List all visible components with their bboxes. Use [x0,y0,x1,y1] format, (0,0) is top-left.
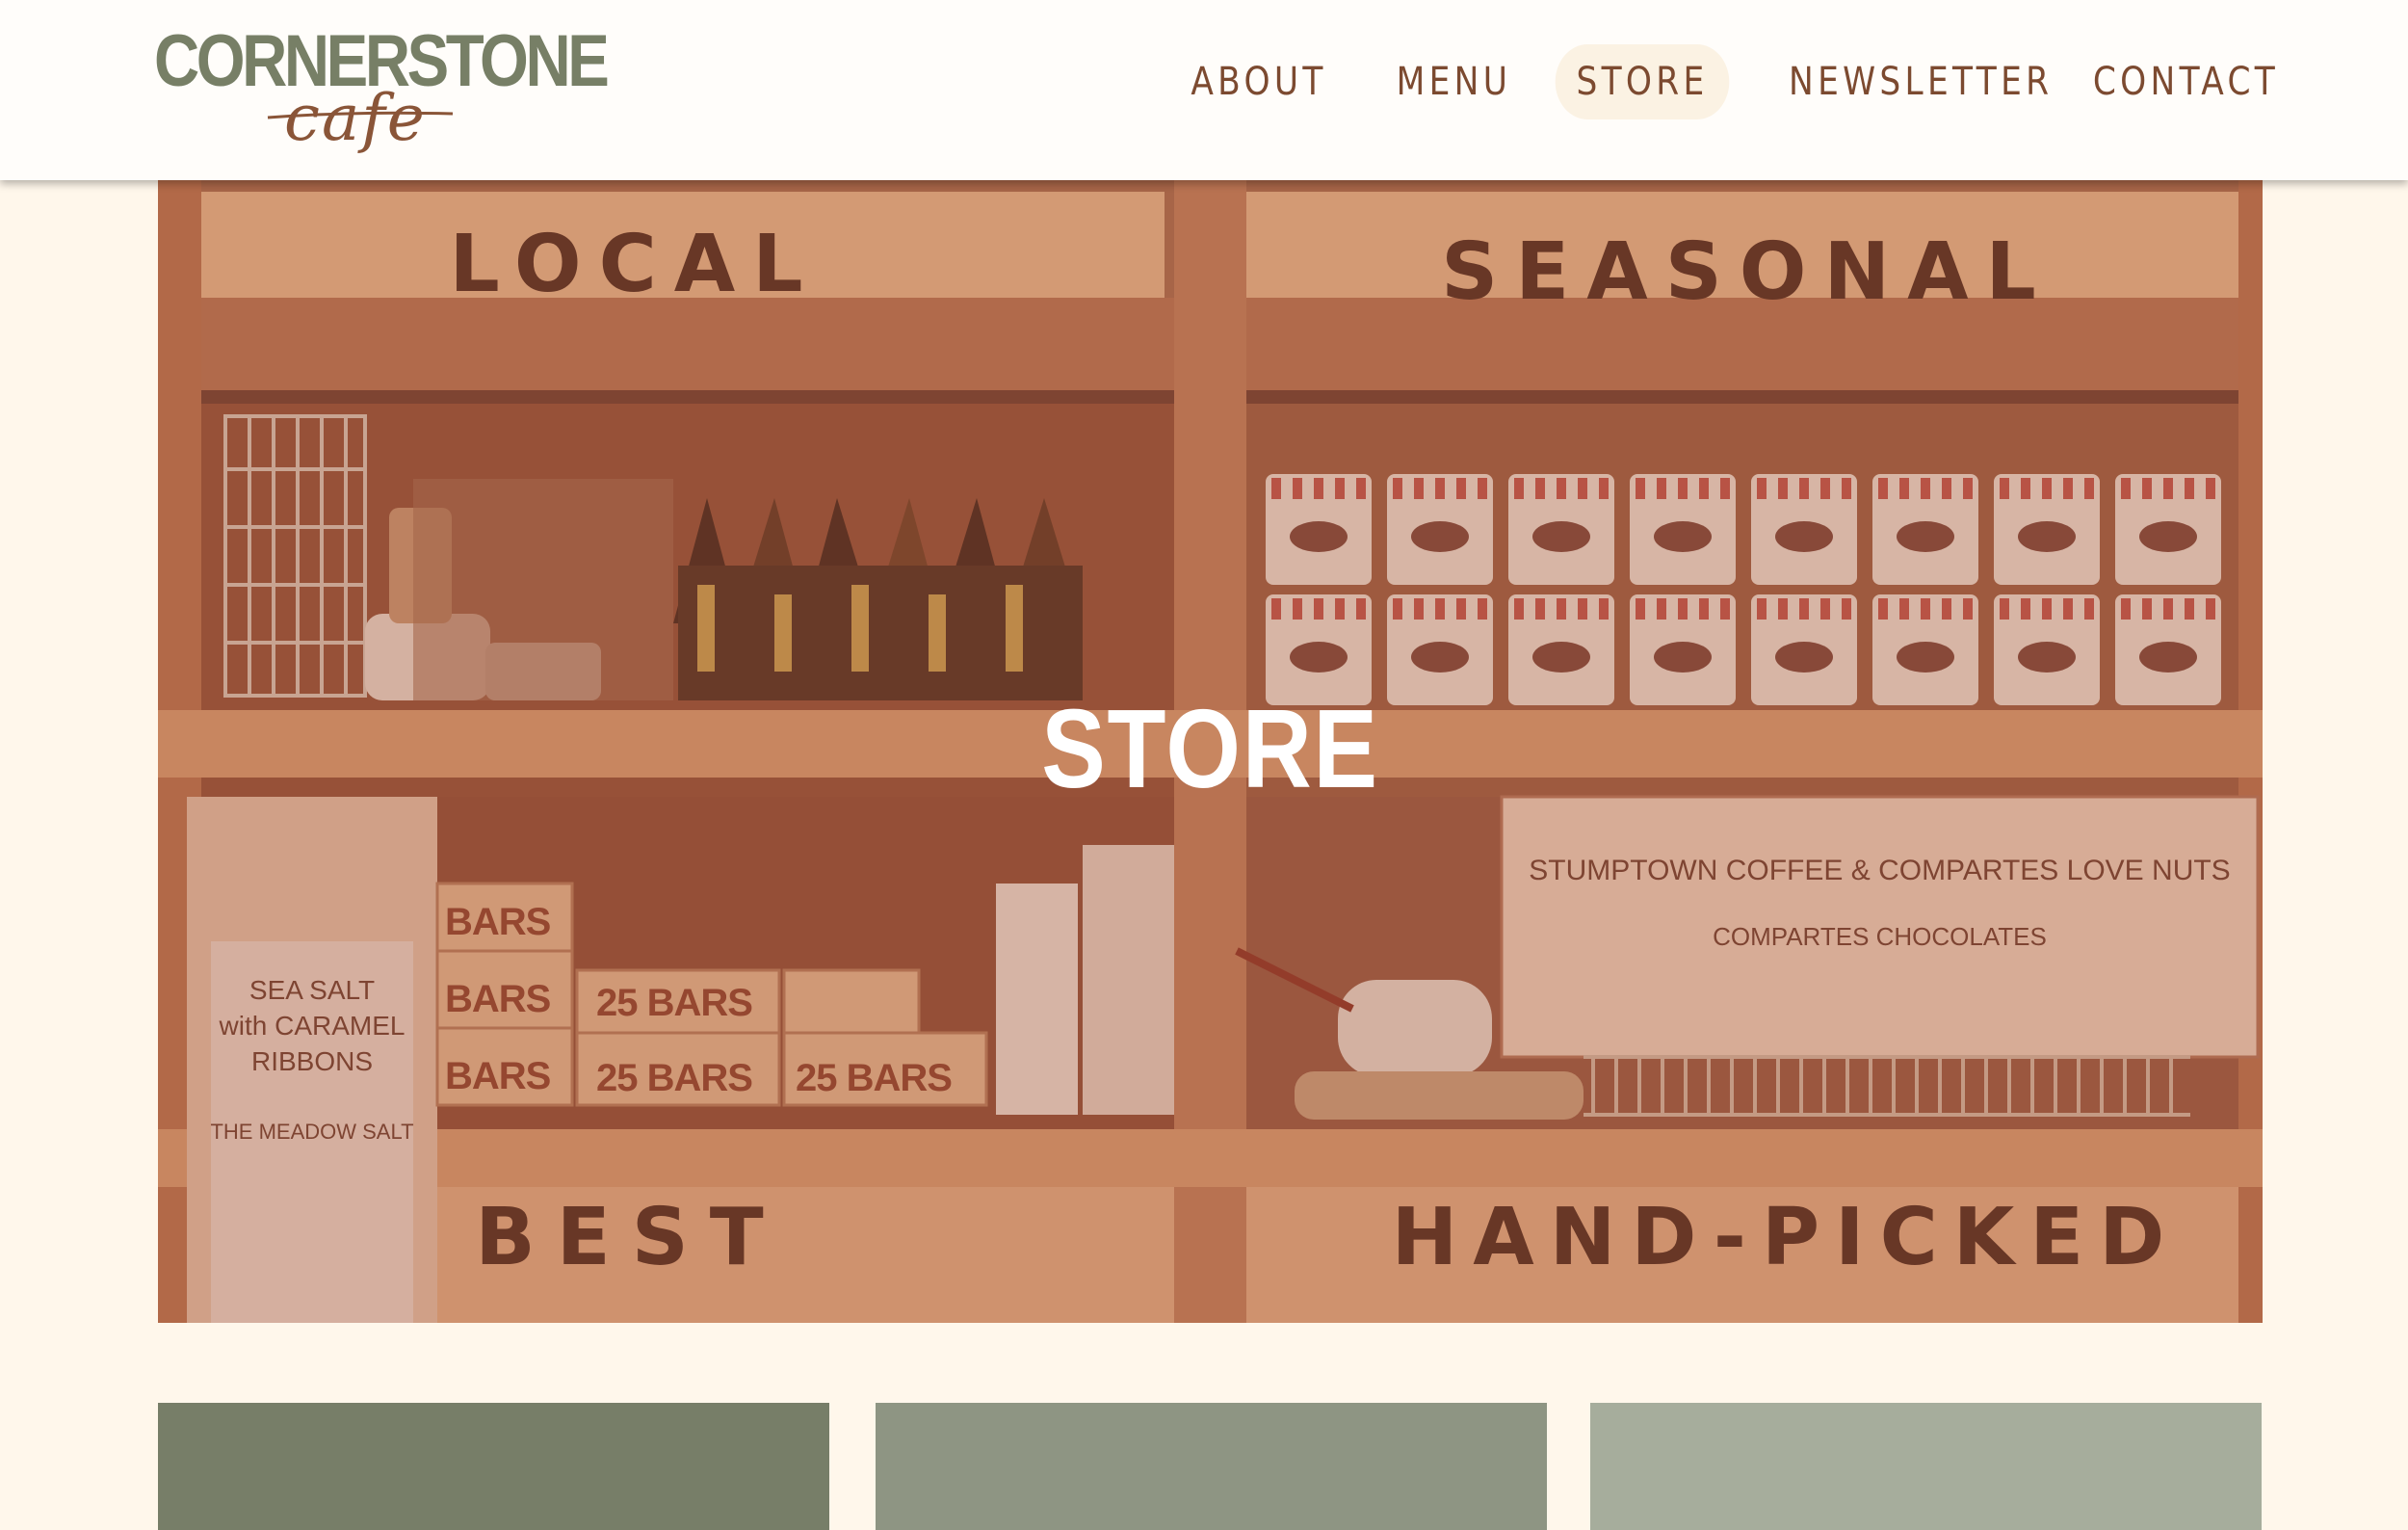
hero-banner: LOCAL SEASONAL BEST HAND-PICKED BARS BAR… [158,180,2263,1323]
nav-item-newsletter[interactable]: NEWSLETTER [1789,44,2049,119]
category-tile-1[interactable] [158,1403,829,1530]
nav-item-contact[interactable]: CONTACT [2093,44,2275,119]
page-title: STORE [1041,686,1379,811]
nav-item-about[interactable]: ABOUT [1189,44,1329,119]
category-tile-2[interactable] [876,1403,1547,1530]
nav-item-store[interactable]: STORE [1555,44,1730,119]
main-nav: ABOUT MENU STORE NEWSLETTER CONTACT [0,44,2408,121]
site-header: CORNERSTONE cafe ABOUT MENU STORE NEWSLE… [0,0,2408,180]
category-tile-3[interactable] [1590,1403,2262,1530]
nav-item-menu[interactable]: MENU [1397,44,1511,119]
